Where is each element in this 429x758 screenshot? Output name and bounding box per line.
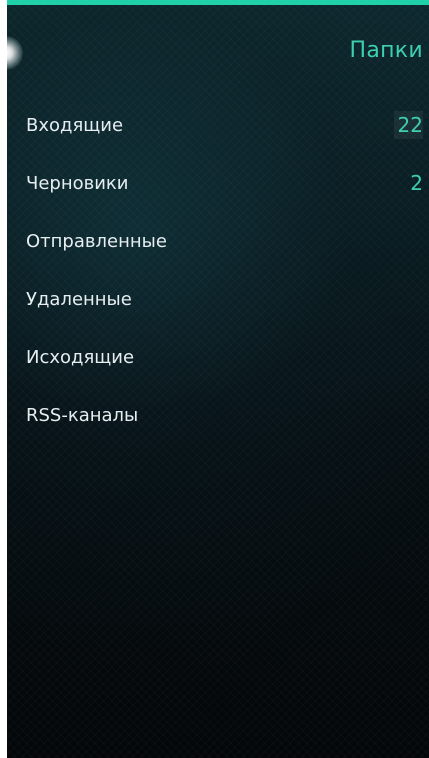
folder-item-rss[interactable]: RSS-каналы bbox=[7, 386, 429, 444]
folder-item-drafts[interactable]: Черновики 2 bbox=[7, 154, 429, 212]
folder-list: Входящие 22 Черновики 2 Отправленные Уда… bbox=[7, 96, 429, 444]
unread-count: 22 bbox=[393, 111, 423, 139]
folder-item-deleted[interactable]: Удаленные bbox=[7, 270, 429, 328]
folder-label: Входящие bbox=[26, 114, 124, 136]
page-title: Папки bbox=[349, 38, 423, 63]
pulley-glow-indicator bbox=[7, 36, 23, 70]
folder-label: Удаленные bbox=[26, 288, 132, 310]
item-count: 2 bbox=[410, 171, 423, 195]
folders-screen: Папки Входящие 22 Черновики 2 Отправленн… bbox=[7, 0, 429, 758]
folder-label: RSS-каналы bbox=[26, 404, 139, 426]
folder-item-outbox[interactable]: Исходящие bbox=[7, 328, 429, 386]
folder-item-sent[interactable]: Отправленные bbox=[7, 212, 429, 270]
folder-label: Отправленные bbox=[26, 230, 167, 252]
folder-label: Исходящие bbox=[26, 346, 135, 368]
folder-label: Черновики bbox=[26, 172, 129, 194]
folder-item-inbox[interactable]: Входящие 22 bbox=[7, 96, 429, 154]
top-accent-bar bbox=[7, 0, 429, 5]
